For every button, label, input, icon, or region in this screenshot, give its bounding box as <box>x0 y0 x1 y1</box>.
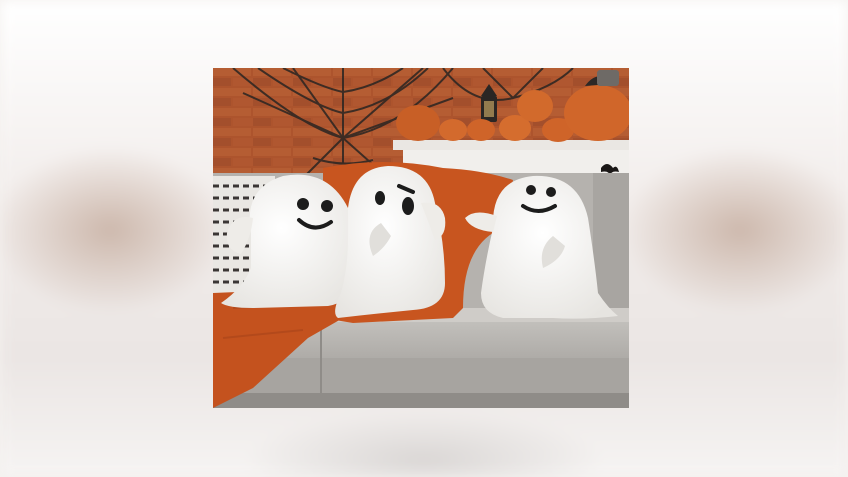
ghost-eye-icon <box>297 198 309 210</box>
ghost-eye-icon <box>375 191 385 205</box>
ghost-eye-icon <box>526 185 536 195</box>
product-photo <box>213 68 629 408</box>
ghost-eye-icon <box>402 197 414 215</box>
photo-illustration <box>213 68 629 408</box>
ghost-eye-icon <box>321 200 333 212</box>
ghost-eye-icon <box>546 187 556 197</box>
mantel-shelf <box>393 140 629 150</box>
